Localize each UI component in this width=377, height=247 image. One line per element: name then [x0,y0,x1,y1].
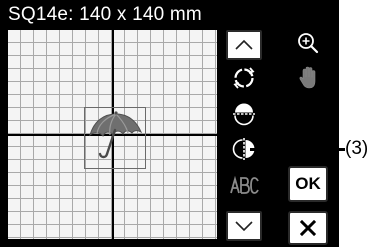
ok-button[interactable]: OK [288,166,328,202]
embroidery-grid[interactable] [8,30,217,239]
callout-label: (3) [345,138,369,159]
rotate-button[interactable] [226,60,262,96]
pattern-selection-box[interactable] [84,107,146,169]
move-hand-button[interactable] [292,60,326,96]
flip-vertical-button[interactable] [226,97,262,131]
hoop-size-title: SQ14e: 140 x 140 mm [8,4,202,25]
zoom-in-icon [298,33,319,54]
umbrella-pattern [89,111,143,159]
edit-screen: SQ14e: 140 x 140 mm OK [0,0,339,247]
move-up-button[interactable] [226,30,262,60]
hand-icon [299,66,316,89]
callout-leader-line [250,148,345,151]
cancel-button[interactable] [288,211,328,245]
move-down-button[interactable] [226,211,262,241]
chevron-down-icon [235,221,253,232]
text-arrange-button[interactable] [226,168,262,202]
flip-vertical-icon [233,103,255,126]
ok-button-label: OK [295,174,321,193]
rotate-icon [233,67,255,89]
zoom-button[interactable] [291,26,325,60]
chevron-up-icon [235,39,253,50]
abc-text-icon [230,175,259,194]
close-icon [300,220,316,236]
